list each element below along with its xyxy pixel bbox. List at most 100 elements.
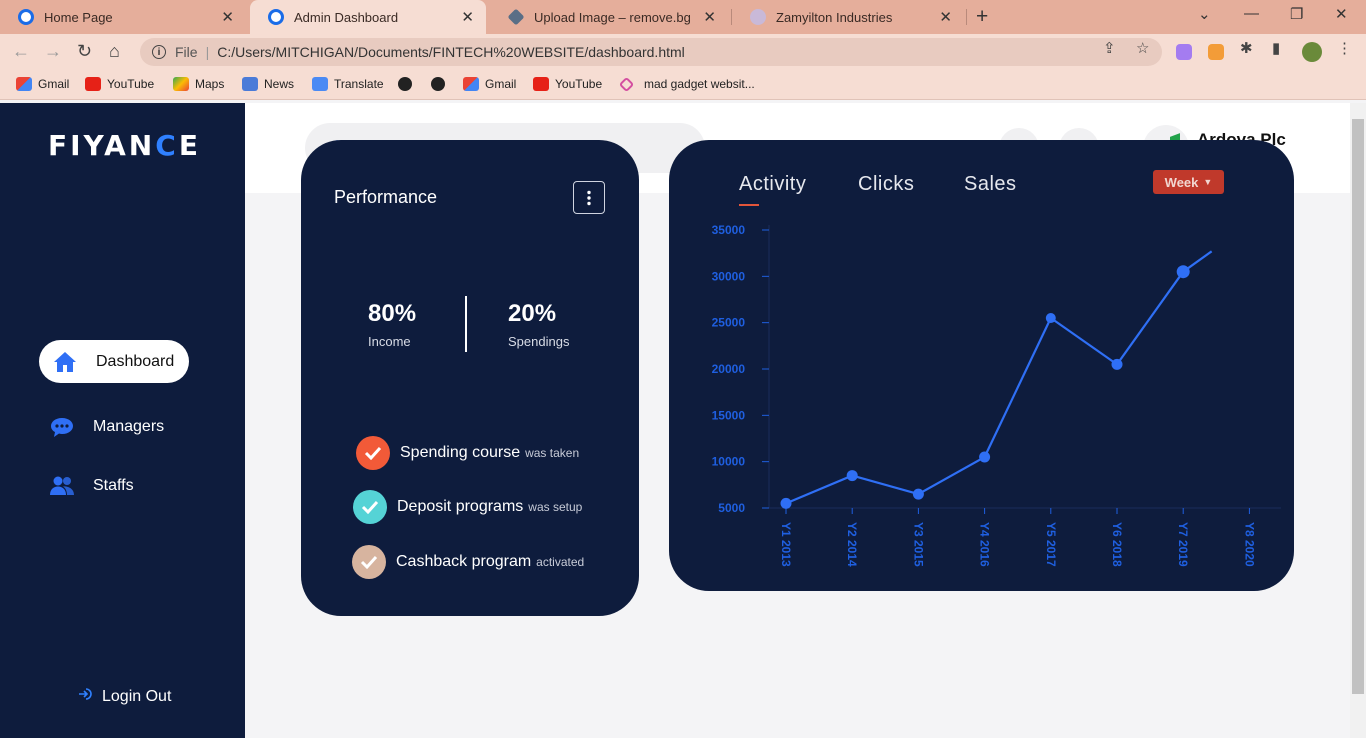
performance-title: Performance <box>334 187 438 207</box>
tab-search-chevron-icon[interactable]: ⌄ <box>1198 5 1211 23</box>
checklist-status: was setup <box>528 500 583 514</box>
bookmark-translate[interactable]: Translate <box>312 77 384 91</box>
x-tick-label: Y1 2013 <box>779 522 793 567</box>
bookmark-gmail[interactable]: Gmail <box>16 77 69 91</box>
stat-divider <box>465 296 467 352</box>
spendings-stat: 20% Spendings <box>508 300 569 349</box>
sidebar-item-staffs[interactable]: Staffs <box>49 474 134 498</box>
extension-icon[interactable] <box>1176 44 1192 60</box>
bookmark-label: Gmail <box>485 77 517 91</box>
logo-accent-letter: C <box>155 129 179 162</box>
scrollbar-thumb[interactable] <box>1352 119 1364 694</box>
address-url: C:/Users/MITCHIGAN/Documents/FINTECH%20W… <box>217 44 685 60</box>
bookmark-maps[interactable]: Maps <box>173 77 224 91</box>
y-tick-label: 30000 <box>712 269 746 283</box>
y-tick-label: 20000 <box>712 362 746 376</box>
new-tab-icon[interactable]: + <box>976 5 988 29</box>
browser-menu-icon[interactable]: ⋮ <box>1337 39 1352 57</box>
bookmark-mad-gadget[interactable]: mad gadget websit... <box>618 76 755 92</box>
data-point <box>912 488 924 500</box>
check-icon <box>356 436 390 470</box>
address-field[interactable]: i File | C:/Users/MITCHIGAN/Documents/FI… <box>140 38 1162 66</box>
tab-title: Admin Dashboard <box>294 9 399 25</box>
checklist-item: Spending course was taken <box>356 436 579 470</box>
bookmark-youtube-2[interactable]: YouTube <box>533 77 602 91</box>
sidebar-item-label: Managers <box>93 418 165 435</box>
kebab-menu-icon <box>587 190 591 205</box>
checklist-status: activated <box>536 555 585 569</box>
address-bar-row: ← → ↻ ⌂ i File | C:/Users/MITCHIGAN/Docu… <box>0 34 1366 70</box>
y-tick-label: 15000 <box>712 408 746 422</box>
checklist-status: was taken <box>525 446 580 460</box>
chat-icon <box>49 415 75 439</box>
minimize-icon[interactable]: — <box>1244 5 1259 22</box>
site-info-icon[interactable]: i <box>152 45 166 59</box>
bookmark-label: Gmail <box>38 77 70 91</box>
browser-tab-strip: Home Page ✕ Admin Dashboard ✕ Upload Ima… <box>0 0 1366 34</box>
bookmark-youtube[interactable]: YouTube <box>85 77 154 91</box>
close-window-icon[interactable]: ✕ <box>1335 5 1348 23</box>
bookmark-globe-2[interactable] <box>431 77 451 91</box>
back-icon[interactable]: ← <box>12 41 30 62</box>
home-icon <box>52 350 78 374</box>
y-tick-label: 10000 <box>712 455 746 469</box>
tab-title: Zamyilton Industries <box>776 9 893 25</box>
data-point <box>1111 358 1123 370</box>
checklist-item: Deposit programs was setup <box>353 490 582 524</box>
logout-icon <box>78 687 92 706</box>
gmail-icon <box>463 77 479 91</box>
forward-icon[interactable]: → <box>44 41 62 62</box>
tab-admin-dashboard[interactable]: Admin Dashboard ✕ <box>250 0 486 34</box>
share-icon[interactable]: ⇪ <box>1103 39 1116 57</box>
income-value: 80% <box>368 300 417 327</box>
data-point <box>1176 265 1190 279</box>
tab-home-page[interactable]: Home Page ✕ <box>0 0 246 34</box>
brand-logo[interactable]: FIYANCE <box>48 129 201 162</box>
site-favicon-icon <box>18 9 34 25</box>
users-icon <box>49 474 75 498</box>
tab-remove-bg[interactable]: Upload Image – remove.bg ✕ <box>490 0 728 34</box>
reload-icon[interactable]: ↻ <box>77 41 92 62</box>
close-tab-icon[interactable]: ✕ <box>703 8 716 26</box>
tab-separator <box>966 9 967 25</box>
extensions-puzzle-icon[interactable]: ✱ <box>1240 39 1253 57</box>
close-tab-icon[interactable]: ✕ <box>939 8 952 26</box>
x-tick-label: Y7 2019 <box>1176 522 1190 567</box>
x-tick-label: Y6 2018 <box>1110 522 1124 567</box>
sidebar: FIYANCE Dashboard Managers Staffs Login … <box>0 103 245 738</box>
address-scheme: File <box>175 44 198 60</box>
sidebar-item-managers[interactable]: Managers <box>49 415 164 439</box>
tab-title: Home Page <box>44 9 113 25</box>
bookmark-globe-1[interactable] <box>398 77 418 91</box>
checklist-title: Spending course <box>400 444 521 461</box>
x-tick-label: Y4 2016 <box>978 522 992 567</box>
gmail-icon <box>16 77 32 91</box>
sidebar-item-dashboard[interactable]: Dashboard <box>39 340 189 383</box>
news-icon <box>242 77 258 91</box>
logout-button[interactable]: Login Out <box>78 687 171 706</box>
bookmark-label: News <box>264 77 295 91</box>
youtube-icon <box>533 77 549 91</box>
close-tab-icon[interactable]: ✕ <box>221 8 234 26</box>
restore-icon[interactable]: ❐ <box>1290 5 1303 23</box>
y-tick-label: 35000 <box>712 223 746 237</box>
spendings-label: Spendings <box>508 334 570 349</box>
x-tick-label: Y2 2014 <box>845 522 859 567</box>
spendings-value: 20% <box>508 300 557 327</box>
maps-icon <box>173 77 189 91</box>
profile-avatar-icon[interactable] <box>1302 42 1322 62</box>
side-panel-icon[interactable]: ▮ <box>1272 39 1280 57</box>
bookmark-label: mad gadget websit... <box>644 77 755 91</box>
performance-menu-button[interactable] <box>573 181 605 214</box>
close-tab-icon[interactable]: ✕ <box>461 8 474 26</box>
logo-text-end: E <box>178 129 201 162</box>
bookmark-gmail-2[interactable]: Gmail <box>463 77 516 91</box>
logo-text: FIYAN <box>48 129 156 162</box>
metamask-icon[interactable] <box>1208 44 1224 60</box>
bookmark-star-icon[interactable]: ☆ <box>1136 39 1149 57</box>
remove-bg-favicon-icon <box>507 8 525 26</box>
bookmark-news[interactable]: News <box>242 77 294 91</box>
tab-zamyilton[interactable]: Zamyilton Industries ✕ <box>732 0 964 34</box>
page-scrollbar[interactable] <box>1350 103 1366 738</box>
home-button-icon[interactable]: ⌂ <box>109 41 120 62</box>
